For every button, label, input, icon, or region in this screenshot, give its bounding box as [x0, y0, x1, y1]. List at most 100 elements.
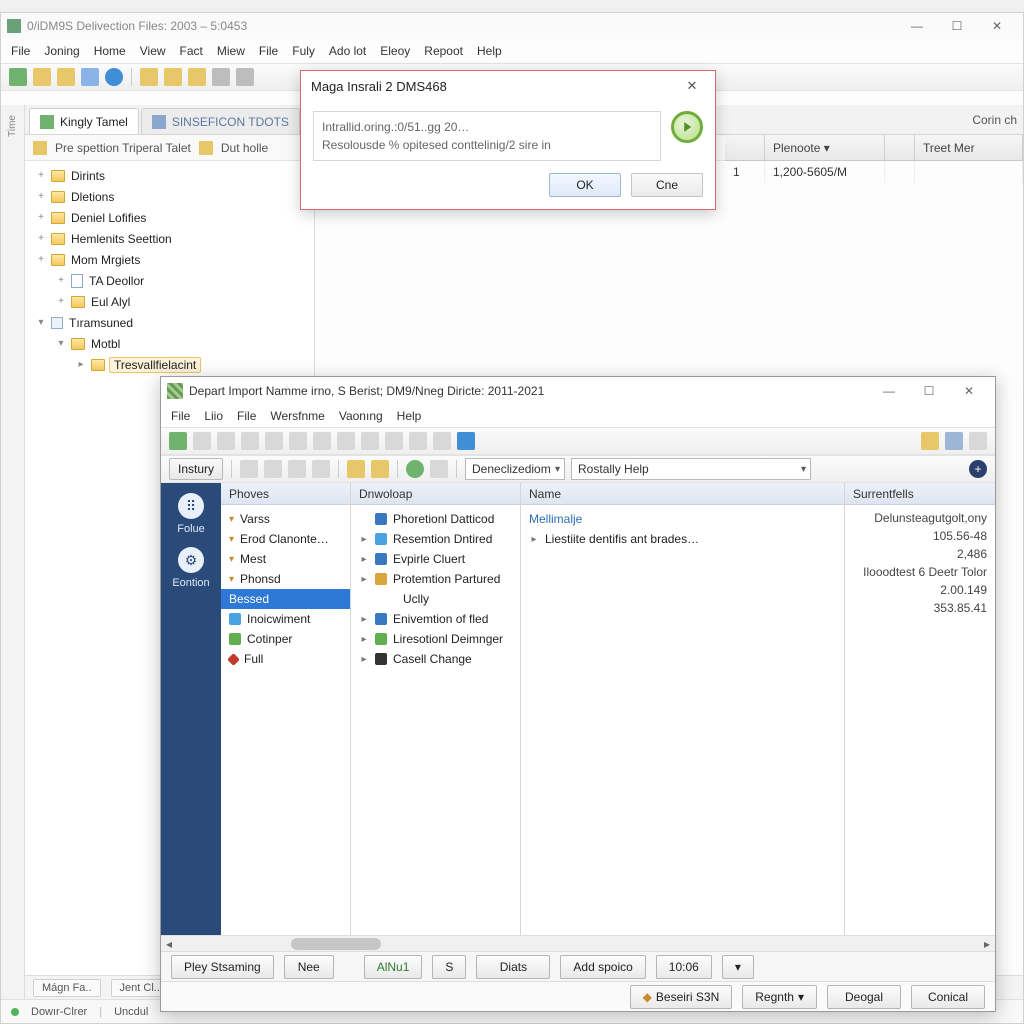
flag-icon[interactable]: [945, 432, 963, 450]
folder-icon[interactable]: [164, 68, 182, 86]
tree-row[interactable]: +Deniel Lofifies: [25, 207, 314, 228]
list-item[interactable]: Mellimalje: [521, 509, 844, 529]
menu-item[interactable]: Liio: [204, 409, 223, 423]
add-button[interactable]: +: [969, 460, 987, 478]
dialog-close-button[interactable]: ✕: [679, 75, 705, 97]
pane-header[interactable]: Dnwoloap: [351, 483, 520, 505]
toolbar-icon[interactable]: [9, 68, 27, 86]
pane-header[interactable]: Phoves: [221, 483, 350, 505]
folder-icon[interactable]: [921, 432, 939, 450]
list-item[interactable]: ▸Enivemtion of fled: [351, 609, 520, 629]
toolbar-icon[interactable]: [193, 432, 211, 450]
toolbar-icon[interactable]: [241, 432, 259, 450]
menu-item[interactable]: Fuly: [292, 44, 315, 58]
menu-item[interactable]: Home: [94, 44, 126, 58]
list-item[interactable]: ▸Casell Change: [351, 649, 520, 669]
close-button[interactable]: ✕: [977, 13, 1017, 39]
scroll-left-icon[interactable]: ◂: [161, 936, 177, 952]
forward-icon[interactable]: [371, 460, 389, 478]
minimize-button[interactable]: —: [897, 13, 937, 39]
menu-item[interactable]: View: [140, 44, 166, 58]
folder-icon[interactable]: [140, 68, 158, 86]
toolbar-icon[interactable]: [57, 68, 75, 86]
tree-row[interactable]: ▾Motbl: [25, 333, 314, 354]
deogal-button[interactable]: Deogal: [827, 985, 901, 1009]
tab-active[interactable]: Kingly Tamel: [29, 108, 139, 134]
toolbar-icon[interactable]: [212, 68, 230, 86]
pane-header[interactable]: Surrentfells: [845, 483, 995, 505]
info-icon[interactable]: [105, 68, 123, 86]
tree-row[interactable]: ▾Tıramsuned: [25, 312, 314, 333]
toolbar-icon[interactable]: [969, 432, 987, 450]
toolbar-icon[interactable]: [81, 68, 99, 86]
folder-icon[interactable]: [188, 68, 206, 86]
tree-twisty-icon[interactable]: +: [55, 296, 67, 307]
sec-close-button[interactable]: ✕: [949, 378, 989, 404]
list-item[interactable]: Uclly: [351, 589, 520, 609]
grid-header-cell[interactable]: Treet Mer: [915, 135, 1023, 160]
prev-icon[interactable]: [240, 460, 258, 478]
tree-twisty-icon[interactable]: ▾: [55, 338, 67, 349]
list-item[interactable]: ▸Liestiite dentifis ant brades…: [521, 529, 844, 549]
menu-item[interactable]: Ado lot: [329, 44, 366, 58]
back-icon[interactable]: [347, 460, 365, 478]
grid-row[interactable]: 1 1,200-5605/M: [725, 161, 1023, 183]
menu-item[interactable]: File: [171, 409, 190, 423]
toolbar-icon[interactable]: [265, 432, 283, 450]
tree-row[interactable]: +Dletions: [25, 186, 314, 207]
cancel-button[interactable]: Cne: [631, 173, 703, 197]
tree-row[interactable]: +Hemlenits Seettion: [25, 228, 314, 249]
play-streaming-button[interactable]: Pley Stsaming: [171, 955, 274, 979]
tab-inactive[interactable]: SINSEFICON TDOTS: [141, 108, 300, 134]
tree-row[interactable]: ▸Tresvallfielacint: [25, 354, 314, 375]
toolbar-icon[interactable]: [361, 432, 379, 450]
tree-twisty-icon[interactable]: +: [35, 191, 47, 202]
tree-twisty-icon[interactable]: ▸: [75, 359, 87, 370]
subbar-right[interactable]: Dut holle: [221, 141, 268, 155]
ok-button[interactable]: OK: [549, 173, 621, 197]
toolbar-icon[interactable]: [337, 432, 355, 450]
folder-icon[interactable]: [288, 460, 306, 478]
nee-button[interactable]: Nee: [284, 955, 334, 979]
list-item[interactable]: ▾Varss: [221, 509, 350, 529]
alnu-button[interactable]: AlNu1: [364, 955, 423, 979]
diats-button[interactable]: Diats: [476, 955, 550, 979]
pane-header[interactable]: Name: [521, 483, 844, 505]
horizontal-scrollbar[interactable]: ◂ ▸: [161, 935, 995, 951]
list-item[interactable]: Phoretionl Datticod: [351, 509, 520, 529]
list-item[interactable]: ▾Phonsd: [221, 569, 350, 589]
list-item[interactable]: ▾Erod Clanonte…: [221, 529, 350, 549]
status-tab[interactable]: Mágn Fa..: [33, 979, 101, 997]
menu-item[interactable]: Repoot: [424, 44, 463, 58]
grid-header-cell[interactable]: Plenoote ▾: [765, 135, 885, 160]
tree-twisty-icon[interactable]: ▾: [35, 317, 47, 328]
tree-twisty-icon[interactable]: +: [35, 254, 47, 265]
scroll-right-icon[interactable]: ▸: [979, 936, 995, 952]
up-icon[interactable]: [169, 432, 187, 450]
menu-item[interactable]: File: [259, 44, 278, 58]
navrail-item-folue[interactable]: ⠿ Folue: [177, 493, 205, 535]
menu-item[interactable]: Joning: [44, 44, 79, 58]
time-dropdown[interactable]: ▾: [722, 955, 754, 979]
sec-maximize-button[interactable]: ☐: [909, 378, 949, 404]
tree-row[interactable]: +Eul Alyl: [25, 291, 314, 312]
toolbar-icon[interactable]: [217, 432, 235, 450]
time-field[interactable]: 10:06: [656, 955, 712, 979]
navrail-item-eontion[interactable]: ⚙ Eontion: [172, 547, 209, 589]
list-item[interactable]: Cotinper: [221, 629, 350, 649]
tree-row[interactable]: +TA Deollor: [25, 270, 314, 291]
sec-minimize-button[interactable]: —: [869, 378, 909, 404]
list-item[interactable]: ▸Liresotionl Deimnger: [351, 629, 520, 649]
list-icon[interactable]: [312, 460, 330, 478]
toolbar-icon[interactable]: [385, 432, 403, 450]
combo-help[interactable]: Rostally Help: [571, 458, 811, 480]
menu-item[interactable]: Eleoy: [380, 44, 410, 58]
beseiri-button[interactable]: ◆Beseiri S3N: [630, 985, 733, 1009]
toolbar-icon[interactable]: [430, 460, 448, 478]
maximize-button[interactable]: ☐: [937, 13, 977, 39]
grid-header-cell[interactable]: [885, 135, 915, 160]
add-spoico-button[interactable]: Add spoico: [560, 955, 645, 979]
toolbar-icon[interactable]: [313, 432, 331, 450]
s-button[interactable]: S: [432, 955, 466, 979]
tree-row[interactable]: +Mom Mrgiets: [25, 249, 314, 270]
